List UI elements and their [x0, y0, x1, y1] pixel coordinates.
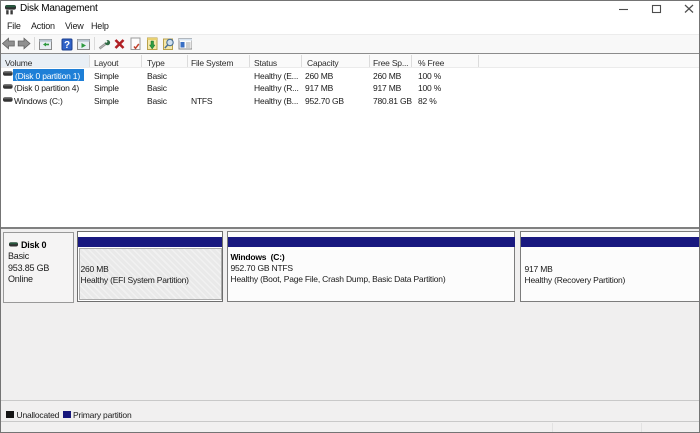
svg-text:?: ? [64, 40, 70, 51]
